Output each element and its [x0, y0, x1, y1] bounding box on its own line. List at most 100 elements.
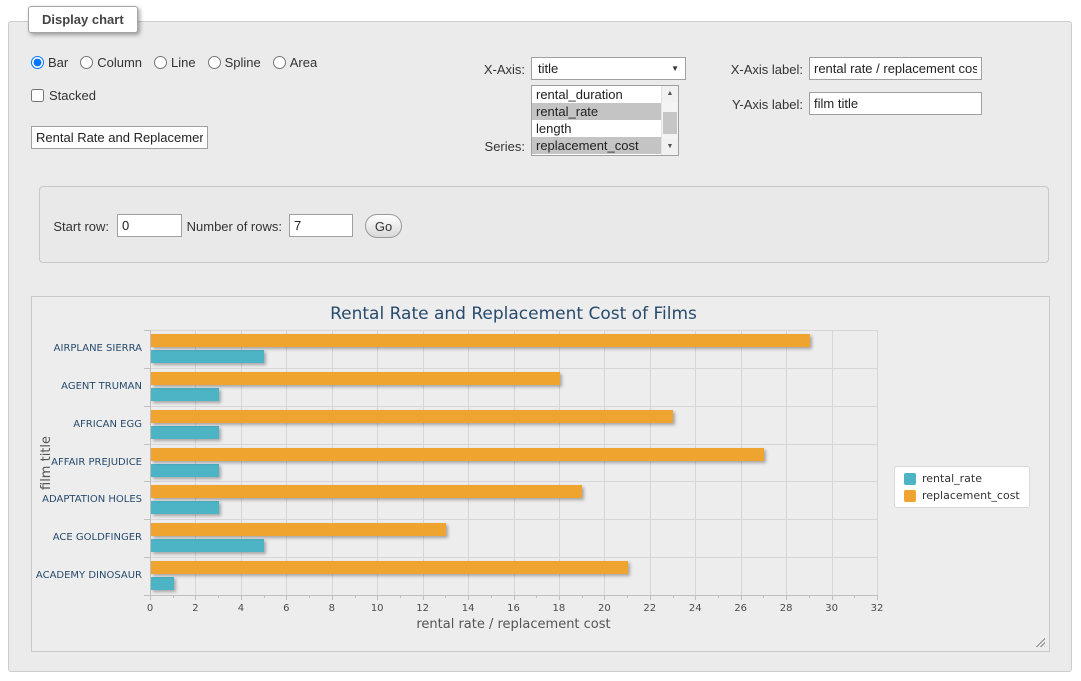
- resize-handle-icon[interactable]: [1034, 636, 1045, 647]
- chart-type-label: Area: [290, 55, 317, 70]
- x-axis-minor-tick: [264, 595, 265, 598]
- x-tick-label: 10: [362, 603, 392, 614]
- x-axis-minor-tick: [763, 595, 764, 598]
- bar-replacement-cost: [151, 485, 582, 498]
- bar-rental-rate: [151, 464, 219, 477]
- value-gridline: [468, 330, 469, 595]
- x-axis-minor-tick: [854, 595, 855, 598]
- x-axis-minor-tick: [400, 595, 401, 598]
- start-row-input[interactable]: [117, 214, 182, 237]
- x-axis-minor-tick: [355, 595, 356, 598]
- series-options: rental_durationrental_ratelengthreplacem…: [532, 86, 661, 155]
- y-axis-tick: [144, 406, 150, 407]
- stacked-checkbox[interactable]: [31, 89, 44, 102]
- chart-title: Rental Rate and Replacement Cost of Film…: [150, 304, 877, 324]
- x-axis-tick: [695, 595, 696, 600]
- bar-replacement-cost: [151, 410, 673, 423]
- x-axis-minor-tick: [673, 595, 674, 598]
- y-axis-tick: [144, 519, 150, 520]
- display-chart-panel: BarColumnLineSplineArea Stacked X-Axis: …: [8, 21, 1072, 672]
- chart-type-option-line[interactable]: Line: [154, 55, 196, 70]
- x-axis-tick: [195, 595, 196, 600]
- bar-rental-rate: [151, 350, 264, 363]
- x-axis-label-input[interactable]: [809, 57, 982, 80]
- series-scrollbar[interactable]: ▲ ▼: [661, 86, 678, 155]
- x-axis-select-label: X-Axis:: [439, 62, 525, 77]
- x-axis-tick: [514, 595, 515, 600]
- x-axis-minor-tick: [582, 595, 583, 598]
- chart-type-radio-spline[interactable]: [208, 56, 221, 69]
- series-option-rental-rate[interactable]: rental_rate: [532, 103, 661, 120]
- x-tick-label: 20: [589, 603, 619, 614]
- bar-rental-rate: [151, 501, 219, 514]
- scroll-up-icon[interactable]: ▲: [662, 86, 678, 102]
- x-axis-label-field-label: X-Axis label:: [699, 62, 803, 77]
- x-axis-tick: [332, 595, 333, 600]
- chart-type-radio-bar[interactable]: [31, 56, 44, 69]
- value-gridline: [195, 330, 196, 595]
- x-axis-select[interactable]: title ▼: [531, 57, 686, 80]
- x-tick-label: 14: [453, 603, 483, 614]
- chart-type-option-area[interactable]: Area: [273, 55, 317, 70]
- x-tick-label: 0: [135, 603, 165, 614]
- y-axis-label-input[interactable]: [809, 92, 982, 115]
- chart-container: Rental Rate and Replacement Cost of Film…: [31, 296, 1050, 652]
- value-gridline: [604, 330, 605, 595]
- y-axis-line: [150, 330, 151, 595]
- chart-type-label: Spline: [225, 55, 261, 70]
- x-tick-label: 32: [862, 603, 892, 614]
- go-button[interactable]: Go: [365, 214, 402, 238]
- value-gridline: [832, 330, 833, 595]
- dropdown-arrow-icon: ▼: [671, 64, 679, 73]
- stacked-checkbox-row[interactable]: Stacked: [31, 88, 96, 103]
- legend-label: replacement_cost: [922, 489, 1020, 502]
- chart-type-radio-column[interactable]: [80, 56, 93, 69]
- scroll-down-icon[interactable]: ▼: [662, 139, 678, 155]
- x-axis-title: rental rate / replacement cost: [150, 617, 877, 632]
- value-gridline: [877, 330, 878, 595]
- chart-type-option-column[interactable]: Column: [80, 55, 142, 70]
- bar-replacement-cost: [151, 523, 446, 536]
- x-tick-label: 18: [544, 603, 574, 614]
- y-axis-tick: [144, 557, 150, 558]
- chart-title-input[interactable]: [31, 126, 208, 149]
- category-label: AIRPLANE SIERRA: [34, 343, 142, 354]
- value-gridline: [559, 330, 560, 595]
- legend-swatch: [904, 473, 916, 485]
- number-of-rows-input[interactable]: [289, 214, 353, 237]
- x-axis-minor-tick: [445, 595, 446, 598]
- start-row-label: Start row:: [40, 219, 109, 234]
- bar-replacement-cost: [151, 448, 764, 461]
- x-axis-tick: [650, 595, 651, 600]
- chart-legend: rental_rate replacement_cost: [894, 466, 1030, 508]
- panel-legend: Display chart: [28, 6, 138, 33]
- value-gridline: [423, 330, 424, 595]
- category-label: AGENT TRUMAN: [34, 381, 142, 392]
- series-option-rental-duration[interactable]: rental_duration: [532, 86, 661, 103]
- chart-type-label: Line: [171, 55, 196, 70]
- bar-replacement-cost: [151, 561, 628, 574]
- category-label: AFRICAN EGG: [34, 419, 142, 430]
- y-axis-tick: [144, 330, 150, 331]
- chart-type-option-spline[interactable]: Spline: [208, 55, 261, 70]
- series-option-length[interactable]: length: [532, 120, 661, 137]
- x-tick-label: 6: [271, 603, 301, 614]
- value-gridline: [741, 330, 742, 595]
- bar-rental-rate: [151, 388, 219, 401]
- x-tick-label: 30: [817, 603, 847, 614]
- x-axis-minor-tick: [218, 595, 219, 598]
- chart-type-radio-line[interactable]: [154, 56, 167, 69]
- series-option-replacement-cost[interactable]: replacement_cost: [532, 137, 661, 154]
- legend-item-replacement-cost[interactable]: replacement_cost: [904, 489, 1020, 502]
- x-tick-label: 8: [317, 603, 347, 614]
- chart-type-option-bar[interactable]: Bar: [31, 55, 68, 70]
- value-gridline: [786, 330, 787, 595]
- value-gridline: [286, 330, 287, 595]
- chart-type-radio-area[interactable]: [273, 56, 286, 69]
- x-tick-label: 12: [408, 603, 438, 614]
- value-gridline: [241, 330, 242, 595]
- series-listbox[interactable]: rental_durationrental_ratelengthreplacem…: [531, 85, 679, 156]
- x-tick-label: 4: [226, 603, 256, 614]
- scrollbar-thumb[interactable]: [663, 112, 677, 134]
- legend-item-rental-rate[interactable]: rental_rate: [904, 472, 1020, 485]
